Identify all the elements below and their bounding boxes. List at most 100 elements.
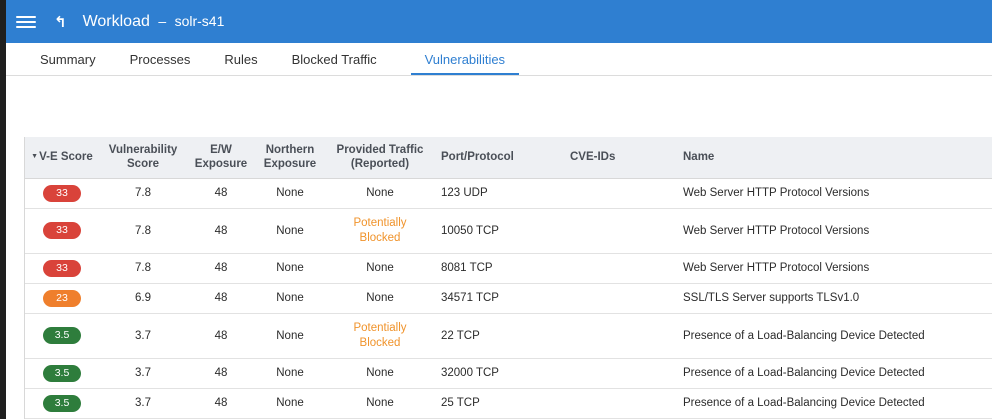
name-cell: Web Server HTTP Protocol Versions <box>677 208 992 254</box>
app-header: ↰ Workload – solr-s41 <box>6 0 992 43</box>
ve-score-badge: 23 <box>43 289 81 307</box>
ve-score-cell: 3.5 <box>25 358 99 389</box>
ve-score-cell: 23 <box>25 283 99 314</box>
port-protocol-cell: 25 TCP <box>435 388 564 419</box>
up-arrow-icon[interactable]: ↰ <box>54 13 67 31</box>
tab-blocked-traffic[interactable]: Blocked Traffic <box>292 52 377 75</box>
ve-score-cell: 33 <box>25 208 99 254</box>
provided-traffic-line1: None <box>366 187 394 199</box>
cve-ids-cell <box>564 283 677 314</box>
hamburger-menu-icon[interactable] <box>16 15 36 28</box>
ve-score-badge: 33 <box>43 222 81 239</box>
workload-name: solr-s41 <box>174 12 225 29</box>
provided-traffic-line1: Potentially <box>353 321 407 334</box>
col-cve-ids[interactable]: CVE-IDs <box>564 137 677 179</box>
table-row[interactable]: 3.5 3.7 48 None None 25 TCP Presence of … <box>25 388 992 419</box>
page-title: Workload – solr-s41 <box>83 13 225 31</box>
col-provided-traffic[interactable]: Provided Traffic (Reported) <box>325 137 435 179</box>
vulnerability-score-cell: 6.9 <box>99 283 187 314</box>
vulnerability-score-cell: 3.7 <box>99 313 187 359</box>
table-row[interactable]: 33 7.8 48 None None 123 UDP Web Server H… <box>25 178 992 209</box>
name-cell: Web Server HTTP Protocol Versions <box>677 253 992 284</box>
northern-exposure-cell: None <box>255 208 325 254</box>
vulnerabilities-table-container: ▼V-E Score Vulnerability Score E/W Exposur… <box>24 137 992 419</box>
port-protocol-cell: 32000 TCP <box>435 358 564 389</box>
port-protocol-cell: 8081 TCP <box>435 253 564 284</box>
ew-exposure-cell: 48 <box>187 208 255 254</box>
provided-traffic-line1: None <box>366 292 394 304</box>
col-northern-exposure[interactable]: Northern Exposure <box>255 137 325 179</box>
cve-ids-cell <box>564 208 677 254</box>
provided-traffic-cell: Potentially Blocked <box>325 313 435 359</box>
provided-traffic-cell: None <box>325 283 435 314</box>
vulnerabilities-table: ▼V-E Score Vulnerability Score E/W Exposur… <box>25 137 992 419</box>
port-protocol-cell: 123 UDP <box>435 178 564 209</box>
name-cell: SSL/TLS Server supports TLSv1.0 <box>677 283 992 314</box>
page-title-text: Workload <box>82 12 150 30</box>
table-header-row: ▼V-E Score Vulnerability Score E/W Exposur… <box>25 137 992 179</box>
ew-exposure-cell: 48 <box>187 388 255 419</box>
provided-traffic-line1: Potentially <box>353 216 407 229</box>
northern-exposure-cell: None <box>255 253 325 284</box>
name-cell: Presence of a Load-Balancing Device Dete… <box>677 358 992 389</box>
ew-exposure-cell: 48 <box>187 283 255 314</box>
provided-traffic-line1: None <box>366 367 394 379</box>
ve-score-cell: 33 <box>25 178 99 209</box>
ew-exposure-cell: 48 <box>187 313 255 359</box>
col-vulnerability-score[interactable]: Vulnerability Score <box>99 137 187 179</box>
provided-traffic-line1: None <box>366 262 394 274</box>
cve-ids-cell <box>564 358 677 389</box>
provided-traffic-cell: None <box>325 253 435 284</box>
ew-exposure-cell: 48 <box>187 178 255 209</box>
provided-traffic-cell: None <box>325 178 435 209</box>
northern-exposure-cell: None <box>255 358 325 389</box>
vulnerability-score-cell: 7.8 <box>99 178 187 209</box>
port-protocol-cell: 22 TCP <box>435 313 564 359</box>
vulnerability-score-cell: 7.8 <box>99 253 187 284</box>
tab-bar: Summary Processes Rules Blocked Traffic … <box>6 43 992 76</box>
sort-desc-icon: ▼ <box>31 153 39 161</box>
provided-traffic-line2: Blocked <box>359 231 401 244</box>
ve-score-badge: 3.5 <box>43 394 81 412</box>
table-row[interactable]: 33 7.8 48 None None 8081 TCP Web Server … <box>25 253 992 284</box>
tab-processes[interactable]: Processes <box>130 52 191 75</box>
ve-score-badge: 33 <box>43 184 81 202</box>
cve-ids-cell <box>564 313 677 359</box>
tab-rules[interactable]: Rules <box>224 52 257 75</box>
tab-vulnerabilities[interactable]: Vulnerabilities <box>410 52 520 75</box>
port-protocol-cell: 34571 TCP <box>435 283 564 314</box>
provided-traffic-line2: Blocked <box>359 336 401 349</box>
vulnerability-score-cell: 3.7 <box>99 388 187 419</box>
col-port-protocol[interactable]: Port/Protocol <box>435 137 564 179</box>
ve-score-badge: 3.5 <box>43 364 81 382</box>
ve-score-cell: 3.5 <box>25 388 99 419</box>
cve-ids-cell <box>564 388 677 419</box>
cve-ids-cell <box>564 178 677 209</box>
ew-exposure-cell: 48 <box>187 358 255 389</box>
title-separator: – <box>158 12 167 29</box>
provided-traffic-line1: None <box>366 397 394 409</box>
tab-summary[interactable]: Summary <box>40 52 96 75</box>
port-protocol-cell: 10050 TCP <box>435 208 564 254</box>
table-row[interactable]: 23 6.9 48 None None 34571 TCP SSL/TLS Se… <box>25 283 992 314</box>
northern-exposure-cell: None <box>255 283 325 314</box>
table-row[interactable]: 3.5 3.7 48 None Potentially Blocked 22 TC… <box>25 313 992 359</box>
name-cell: Presence of a Load-Balancing Device Dete… <box>677 388 992 419</box>
table-row[interactable]: 33 7.8 48 None Potentially Blocked 10050 … <box>25 208 992 254</box>
provided-traffic-cell: Potentially Blocked <box>325 208 435 254</box>
col-name[interactable]: Name <box>677 137 992 179</box>
ew-exposure-cell: 48 <box>187 253 255 284</box>
col-ew-exposure[interactable]: E/W Exposure <box>187 137 255 179</box>
vulnerability-score-cell: 7.8 <box>99 208 187 254</box>
col-ve-score[interactable]: ▼V-E Score <box>25 137 99 179</box>
ve-score-cell: 3.5 <box>25 313 99 359</box>
cve-ids-cell <box>564 253 677 284</box>
name-cell: Presence of a Load-Balancing Device Dete… <box>677 313 992 359</box>
vulnerability-score-cell: 3.7 <box>99 358 187 389</box>
northern-exposure-cell: None <box>255 313 325 359</box>
table-row[interactable]: 3.5 3.7 48 None None 32000 TCP Presence … <box>25 358 992 389</box>
northern-exposure-cell: None <box>255 178 325 209</box>
name-cell: Web Server HTTP Protocol Versions <box>677 178 992 209</box>
ve-score-cell: 33 <box>25 253 99 284</box>
ve-score-badge: 3.5 <box>43 327 81 344</box>
